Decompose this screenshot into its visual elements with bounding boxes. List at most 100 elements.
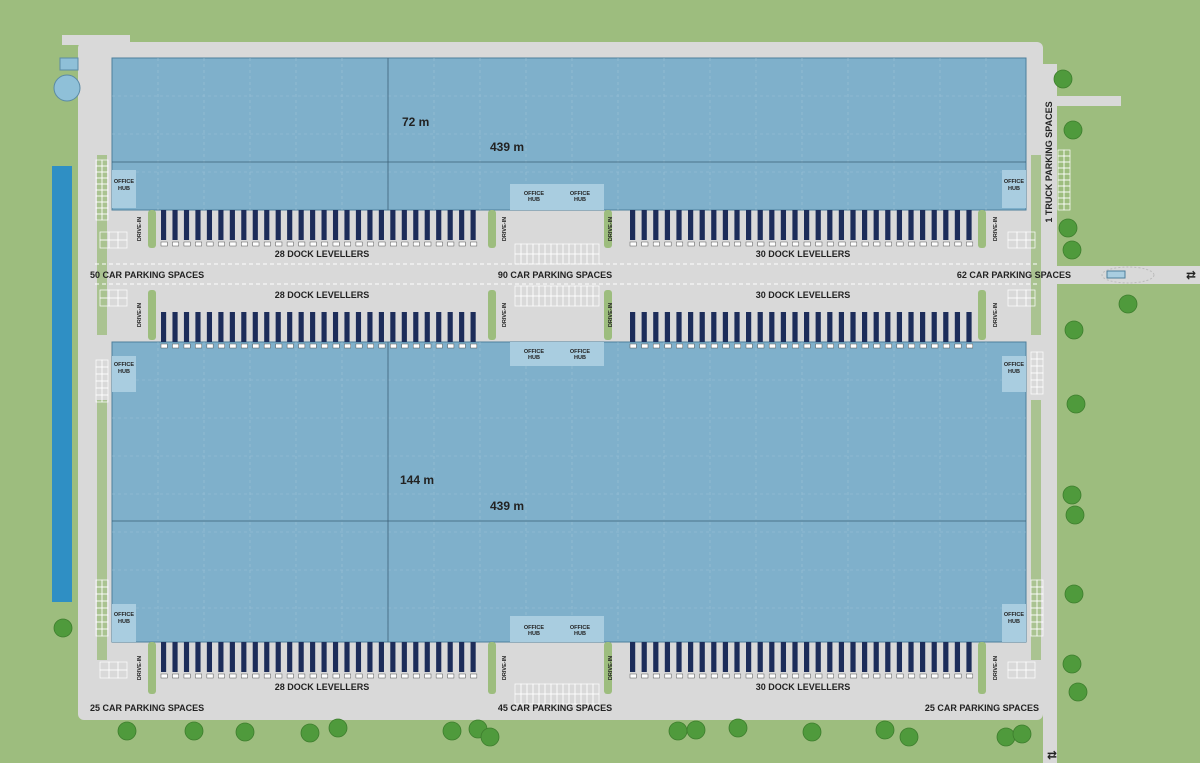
drive-in-label: DRIVE-IN xyxy=(993,303,999,327)
tree-icon xyxy=(996,727,1016,747)
dock-door xyxy=(401,241,409,247)
dock-leveller xyxy=(229,210,235,240)
dock-leveller xyxy=(873,312,879,342)
dock-door xyxy=(919,241,927,247)
tree-icon xyxy=(480,727,500,747)
east-green-strip xyxy=(1031,155,1041,335)
drive-in-label: DRIVE-IN xyxy=(608,217,614,241)
dock-leveller xyxy=(885,642,891,672)
dock-door xyxy=(412,241,420,247)
office-hub-mid-center: OFFICE HUB OFFICE HUB xyxy=(510,342,604,366)
drive-in-label: DRIVE-IN xyxy=(502,656,508,680)
dock-door xyxy=(332,343,340,349)
dock-leveller xyxy=(734,642,740,672)
dock-door xyxy=(664,241,672,247)
drive-in-label: DRIVE-IN xyxy=(137,303,143,327)
dock-door xyxy=(908,343,916,349)
dock-door xyxy=(792,241,800,247)
dock-leveller xyxy=(241,210,247,240)
dock-leveller xyxy=(436,210,442,240)
tree-icon xyxy=(686,720,706,740)
dock-door xyxy=(424,673,432,679)
dock-door xyxy=(664,673,672,679)
tree-icon xyxy=(1064,320,1084,340)
dock-door xyxy=(447,241,455,247)
dock-door xyxy=(332,241,340,247)
dock-leveller xyxy=(896,642,903,672)
dock-door xyxy=(710,241,718,247)
dock-door xyxy=(745,343,753,349)
dock-leveller xyxy=(378,642,384,672)
dock-leveller xyxy=(873,210,879,240)
dock-leveller xyxy=(827,312,833,342)
dock-door xyxy=(378,241,386,247)
dock-leveller xyxy=(252,312,258,342)
dock-door xyxy=(641,673,649,679)
dock-leveller xyxy=(711,312,717,342)
dock-leveller xyxy=(424,312,430,342)
dock-leveller xyxy=(908,312,914,342)
dock-leveller xyxy=(195,312,201,342)
tree-icon xyxy=(668,721,688,741)
dock-door xyxy=(355,343,363,349)
dock-door xyxy=(309,343,317,349)
dock-leveller xyxy=(413,210,419,240)
dock-leveller xyxy=(424,642,430,672)
dock-door xyxy=(241,343,248,349)
dock-leveller xyxy=(218,642,224,672)
dock-leveller xyxy=(641,642,647,672)
dock-leveller xyxy=(436,642,442,672)
dock-door xyxy=(780,343,788,349)
dock-door xyxy=(252,343,260,349)
drive-in-label: DRIVE-IN xyxy=(993,656,999,680)
truck-access-road xyxy=(1057,96,1121,106)
dock-door xyxy=(873,343,881,349)
dock-door xyxy=(966,241,974,247)
parking-count-label: 25 CAR PARKING SPACES xyxy=(90,703,204,713)
dock-leveller xyxy=(229,312,235,342)
office-hub-line2: HUB xyxy=(528,355,540,361)
dock-door xyxy=(803,241,811,247)
dock-leveller xyxy=(943,642,949,672)
dock-leveller xyxy=(688,312,694,342)
dock-leveller xyxy=(161,210,167,240)
dock-door xyxy=(355,241,363,247)
south-depth-label: 144 m xyxy=(400,473,434,487)
dock-door xyxy=(298,241,306,247)
dock-door xyxy=(861,673,869,679)
dock-leveller xyxy=(470,312,476,342)
dock-leveller xyxy=(206,210,213,240)
dock-door xyxy=(838,343,846,349)
dock-leveller xyxy=(378,210,384,240)
dock-leveller xyxy=(757,210,763,240)
south-warehouse xyxy=(111,341,1027,643)
dock-door xyxy=(263,241,271,247)
dock-leveller xyxy=(218,312,224,342)
south-width-label: 439 m xyxy=(490,499,524,513)
dock-leveller xyxy=(275,312,281,342)
dock-door xyxy=(390,343,397,349)
tree-icon xyxy=(1065,505,1085,525)
dock-door xyxy=(470,673,478,679)
dock-leveller xyxy=(298,642,304,672)
office-hub-line2: HUB xyxy=(118,369,130,375)
office-hub-line2: HUB xyxy=(574,355,586,361)
drive-in-label: DRIVE-IN xyxy=(993,217,999,241)
parking-count-label: 25 CAR PARKING SPACES xyxy=(925,703,1039,713)
dock-door xyxy=(896,343,904,349)
dock-door xyxy=(861,241,869,247)
green-island xyxy=(978,210,986,248)
tree-icon xyxy=(117,721,137,741)
dock-leveller xyxy=(310,210,316,240)
dock-leveller xyxy=(722,642,729,672)
tree-icon xyxy=(300,723,320,743)
dock-leveller xyxy=(920,210,926,240)
tree-icon xyxy=(728,718,748,738)
dock-door xyxy=(195,343,202,349)
dock-door xyxy=(275,673,283,679)
office-hub-ne: OFFICE HUB xyxy=(1002,170,1026,208)
dock-leveller xyxy=(676,210,682,240)
dock-door xyxy=(652,673,660,679)
dock-leveller xyxy=(206,312,213,342)
dock-leveller xyxy=(447,642,453,672)
